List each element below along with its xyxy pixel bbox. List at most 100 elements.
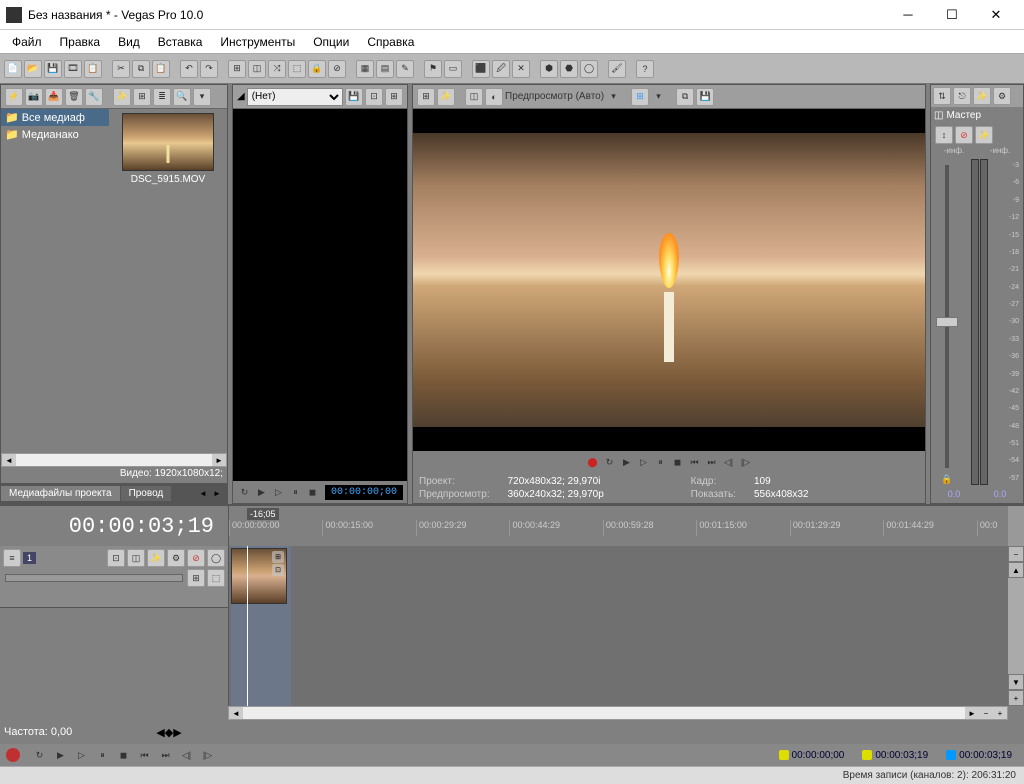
trimmer-ext-icon[interactable]: ⊞ [385,88,403,106]
preview-quality-label[interactable]: Предпросмотр (Авто) [505,91,604,102]
preview-save-icon[interactable]: 💾 [696,88,714,106]
preview-q-icon[interactable]: ◐ [485,88,503,106]
track-b4-icon[interactable]: ⚙ [167,549,185,567]
trimmer-dropdown[interactable]: (Нет) [247,88,343,106]
timeline-vscroll[interactable]: −▲▼+ [1008,546,1024,706]
record-button[interactable] [6,748,20,762]
master-b1-icon[interactable]: ⇅ [933,87,951,105]
tool3-icon[interactable]: ✎ [396,60,414,78]
trimmer-pause-icon[interactable]: ⏸ [288,485,303,500]
tab-project-media[interactable]: Медиафайлы проекта [1,486,120,501]
master-c2-icon[interactable]: ⊘ [955,126,973,144]
autocross-icon[interactable]: ⤨ [268,60,286,78]
lockev-icon[interactable]: 🔒 [308,60,326,78]
master-b3-icon[interactable]: ✨ [973,87,991,105]
master-b4-icon[interactable]: ⚙ [993,87,1011,105]
clip-fx-icon[interactable]: ⊞ [272,551,284,563]
trimmer-play-icon[interactable]: ▶ [254,485,269,500]
sb-play-icon[interactable]: ▷ [74,748,89,763]
master-c3-icon[interactable]: ✨ [975,126,993,144]
media-get-icon[interactable]: 📥 [45,88,63,106]
timeline-hscroll[interactable]: ◄►−+ [228,706,1008,720]
media-cap-icon[interactable]: 📷 [25,88,43,106]
fx2-icon[interactable]: ⬣ [560,60,578,78]
fx3-icon[interactable]: ◯ [580,60,598,78]
render-icon[interactable]: 🎞 [64,60,82,78]
lock-icon[interactable]: 🔒 [941,474,952,485]
menu-tools[interactable]: Инструменты [212,33,303,51]
trimmer-loop-icon[interactable]: ↻ [237,485,252,500]
sb-next-icon[interactable]: |▷ [200,748,215,763]
go-start-icon[interactable]: ⏮ [687,455,702,470]
tracks-content[interactable]: ⊞ ⊡ [228,546,1008,706]
redo-icon[interactable]: ↷ [200,60,218,78]
sb-playstart-icon[interactable]: ▶ [53,748,68,763]
save-icon[interactable]: 💾 [44,60,62,78]
menu-insert[interactable]: Вставка [150,33,211,51]
media-tvw-icon[interactable]: ⊞ [133,88,151,106]
track-compmode-icon[interactable]: ⊞ [187,569,205,587]
sb-prev-icon[interactable]: ◁| [179,748,194,763]
trimmer-stop-icon[interactable]: ◼ [305,485,320,500]
sb-stop-icon[interactable]: ◼ [116,748,131,763]
trimmer-save-icon[interactable]: 💾 [345,88,363,106]
video-clip[interactable]: ⊞ ⊡ [231,548,287,604]
prev-frame-icon[interactable]: ◁| [721,455,736,470]
status-selend[interactable]: 00:00:03;19 [856,748,934,763]
scrub-control[interactable]: ◀◆▶ [156,726,181,739]
go-end-icon[interactable]: ⏭ [704,455,719,470]
preview-dd-icon[interactable]: ▾ [606,89,621,104]
copy-icon[interactable]: ⧉ [132,60,150,78]
media-lvw-icon[interactable]: ≣ [153,88,171,106]
master-c1-icon[interactable]: ↕ [935,126,953,144]
tree-all-media[interactable]: 📁Все медиаф [1,109,109,126]
media-sort-icon[interactable]: ▾ [193,88,211,106]
tool2-icon[interactable]: ▤ [376,60,394,78]
autoripp-icon[interactable]: ⬚ [288,60,306,78]
trimmer-playall-icon[interactable]: ▷ [271,485,286,500]
menu-edit[interactable]: Правка [52,33,109,51]
media-srch-icon[interactable]: 🔍 [173,88,191,106]
track-level-slider[interactable] [5,574,183,582]
track-b1-icon[interactable]: ⊡ [107,549,125,567]
track-b6-icon[interactable]: ◯ [207,549,225,567]
status-selstart[interactable]: 00:00:00;00 [773,748,851,763]
media-del-icon[interactable]: 🗑 [65,88,83,106]
marker-icon[interactable]: ⚑ [424,60,442,78]
clip-pan-icon[interactable]: ⊡ [272,564,284,576]
tool1-icon[interactable]: ▦ [356,60,374,78]
master-b2-icon[interactable]: ⎋ [953,87,971,105]
snap-icon[interactable]: ⊞ [228,60,246,78]
preview-copy-icon[interactable]: ⧉ [676,88,694,106]
edit2-icon[interactable]: 🖉 [492,60,510,78]
media-thumbnail[interactable] [122,113,214,171]
loop-icon[interactable]: ↻ [602,455,617,470]
cut-icon[interactable]: ✂ [112,60,130,78]
tree-media-bins[interactable]: 📁Медианако [1,126,109,143]
ignoreev-icon[interactable]: ⊘ [328,60,346,78]
next-frame-icon[interactable]: |▷ [738,455,753,470]
record-icon[interactable]: ⬤ [585,455,600,470]
tabs-scroll-left[interactable]: ◄ [199,489,213,498]
edit3-icon[interactable]: ✕ [512,60,530,78]
track-motion-icon[interactable]: ⬚ [207,569,225,587]
sb-loop-icon[interactable]: ↻ [32,748,47,763]
trimmer-x-icon[interactable]: ⊡ [365,88,383,106]
preview-ext-icon[interactable]: ⊞ [417,88,435,106]
tabs-scroll-right[interactable]: ► [213,489,227,498]
video-track-header[interactable]: ≡ 1 ⊡ ◫ ✨ ⚙ ⊘ ◯ ⊞ ⬚ [0,546,228,608]
timeline-ruler[interactable]: -16;05 00:00:00:00 00:00:15:00 00:00:29:… [228,506,1008,546]
media-hscroll[interactable]: ◄► [1,453,227,467]
menu-help[interactable]: Справка [359,33,422,51]
menu-view[interactable]: Вид [110,33,148,51]
status-sellen[interactable]: 00:00:03;19 [940,748,1018,763]
play-start-icon[interactable]: ▶ [619,455,634,470]
paste-icon[interactable]: 📋 [152,60,170,78]
preview-dd2-icon[interactable]: ▾ [651,89,666,104]
tab-explorer[interactable]: Провод [121,486,172,501]
close-button[interactable]: ✕ [974,1,1018,29]
stop-icon[interactable]: ◼ [670,455,685,470]
sb-pause-icon[interactable]: ⏸ [95,748,110,763]
pause-icon[interactable]: ⏸ [653,455,668,470]
media-import-icon[interactable]: ⚡ [5,88,23,106]
